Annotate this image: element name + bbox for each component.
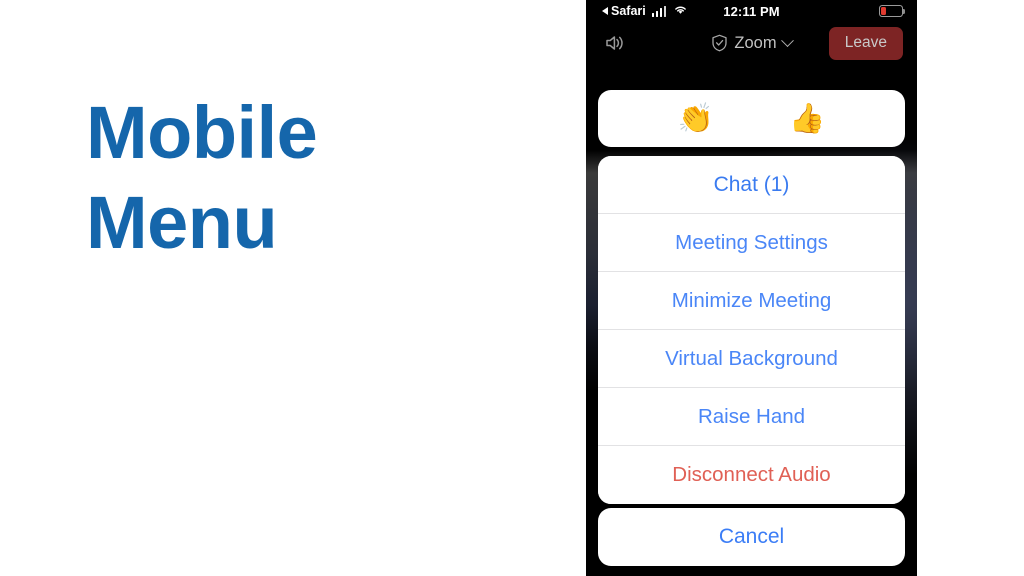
action-sheet: Chat (1) Meeting Settings Minimize Meeti…	[598, 156, 905, 504]
action-sheet-item-raise-hand[interactable]: Raise Hand	[598, 388, 905, 446]
shield-check-icon	[711, 34, 728, 52]
action-sheet-item-meeting-settings[interactable]: Meeting Settings	[598, 214, 905, 272]
reaction-bar: 👏 👍	[598, 90, 905, 147]
meeting-name-label: Zoom	[734, 33, 777, 52]
battery-low-icon	[879, 5, 906, 17]
ios-status-bar: Safari 12:11 PM	[586, 0, 917, 22]
thumbs-up-reaction-button[interactable]: 👍	[789, 104, 825, 133]
action-sheet-item-chat[interactable]: Chat (1)	[598, 156, 905, 214]
chevron-down-icon	[780, 33, 794, 47]
status-bar-right	[879, 5, 906, 17]
cancel-button[interactable]: Cancel	[598, 508, 905, 566]
phone-screen: Unmute Start Video Share Content Partici…	[586, 0, 917, 576]
action-sheet-item-minimize-meeting[interactable]: Minimize Meeting	[598, 272, 905, 330]
zoom-top-toolbar: Zoom Leave	[586, 22, 917, 64]
action-sheet-item-virtual-background[interactable]: Virtual Background	[598, 330, 905, 388]
leave-button[interactable]: Leave	[828, 26, 903, 60]
action-sheet-item-disconnect-audio[interactable]: Disconnect Audio	[598, 446, 905, 504]
page-title: Mobile Menu	[86, 91, 318, 265]
clap-reaction-button[interactable]: 👏	[678, 104, 714, 133]
status-bar-clock: 12:11 PM	[723, 3, 780, 19]
